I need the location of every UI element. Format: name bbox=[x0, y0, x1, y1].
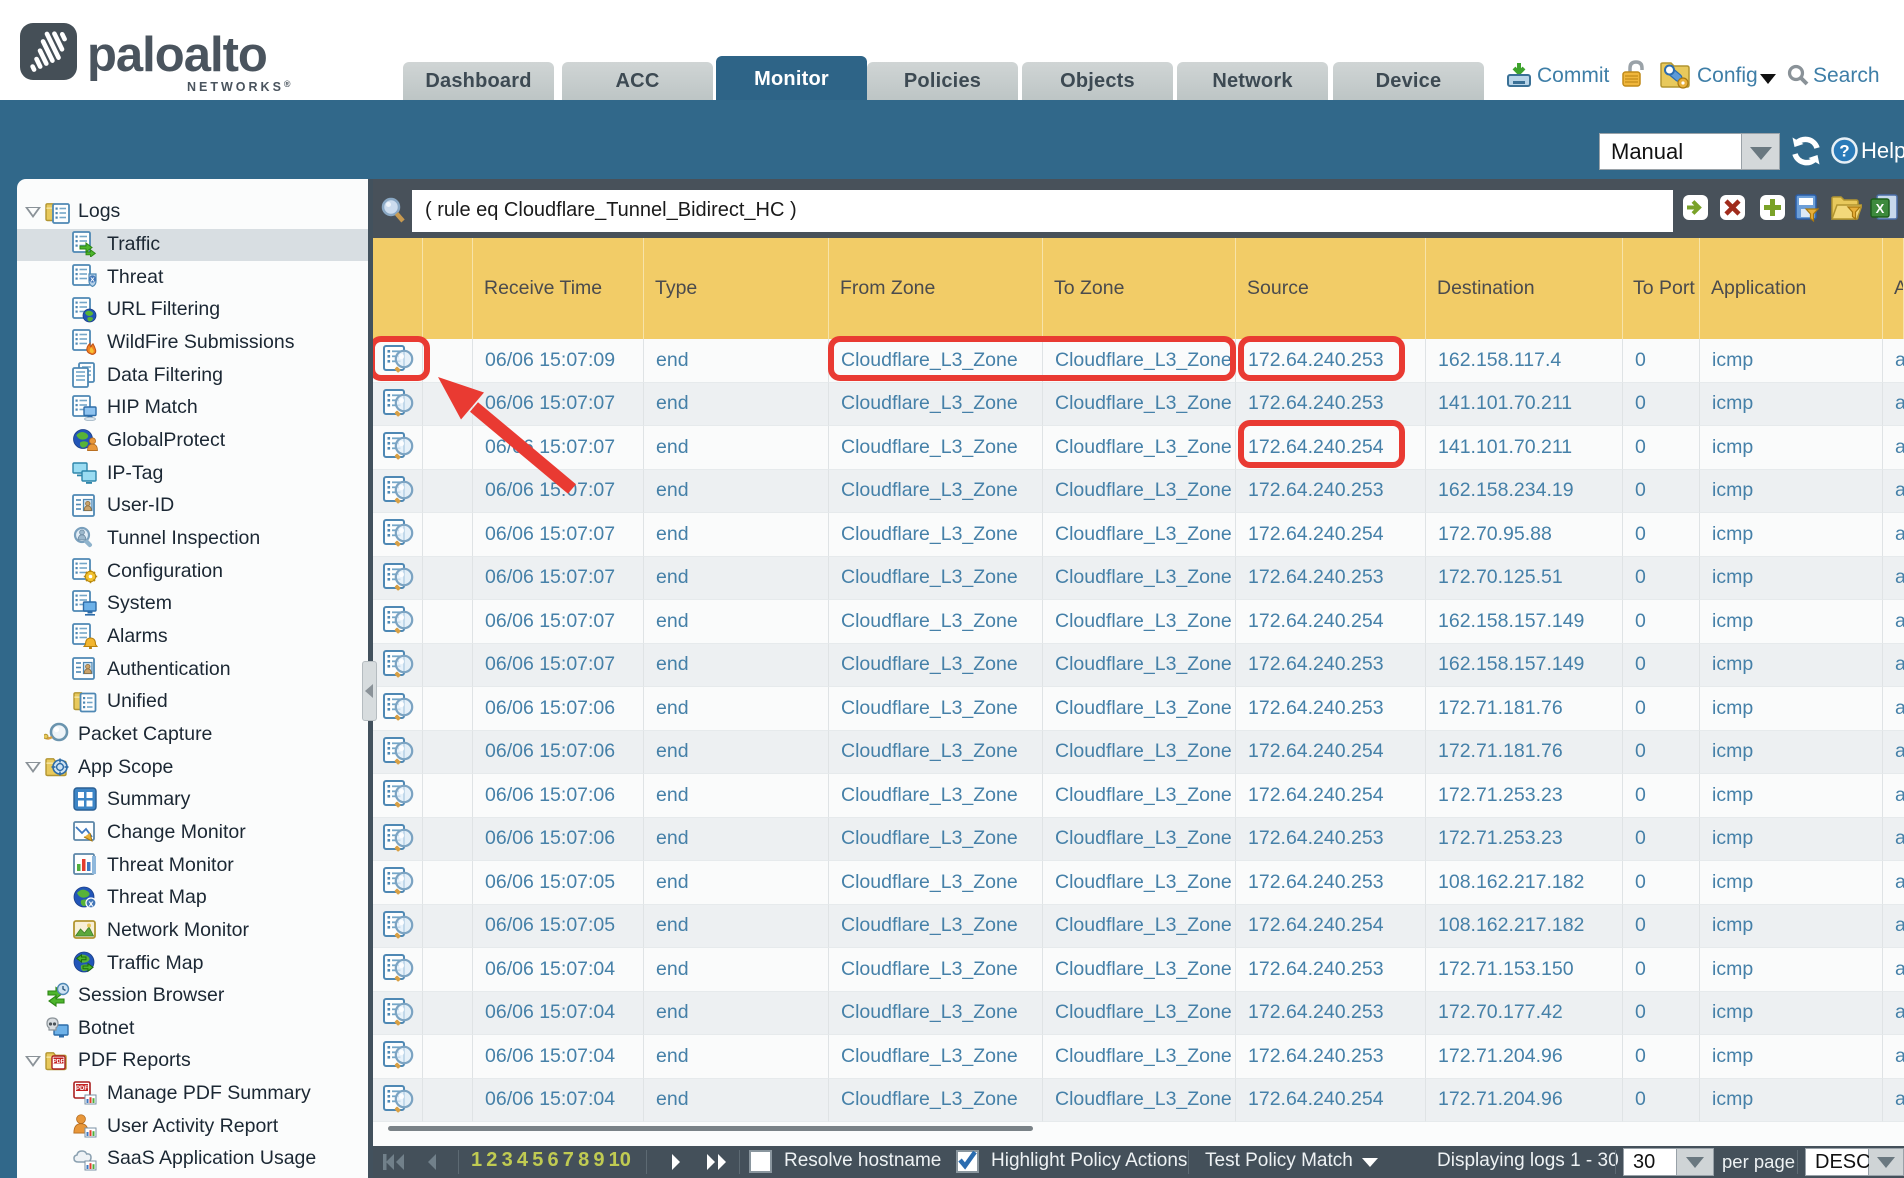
svg-text:?: ? bbox=[1839, 142, 1849, 161]
svg-text:PDF: PDF bbox=[76, 1086, 88, 1092]
svg-text:X: X bbox=[1876, 201, 1885, 216]
svg-text:x: x bbox=[88, 899, 93, 909]
svg-text:PDF: PDF bbox=[53, 1058, 65, 1064]
